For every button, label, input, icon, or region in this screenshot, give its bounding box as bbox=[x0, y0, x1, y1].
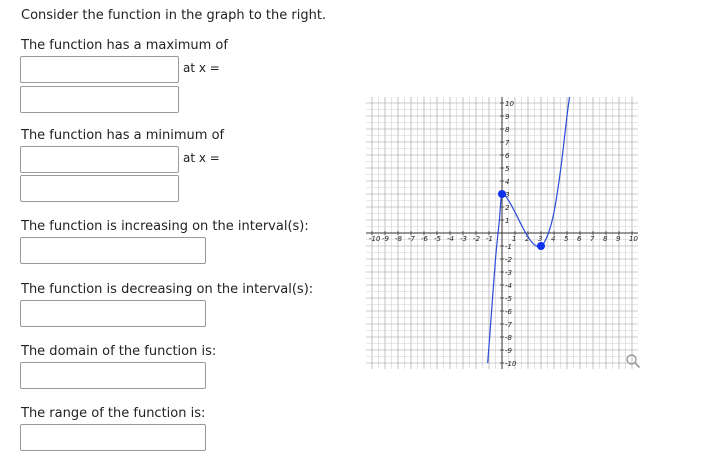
x-tick-label: -1 bbox=[486, 235, 493, 243]
maximum-x-input[interactable] bbox=[20, 86, 179, 113]
y-tick-label: 2 bbox=[505, 204, 510, 212]
y-tick-label: 4 bbox=[505, 178, 509, 186]
y-tick-label: -5 bbox=[505, 295, 513, 303]
y-tick-label: 9 bbox=[505, 113, 510, 121]
function-curve bbox=[487, 97, 571, 364]
x-tick-label: -5 bbox=[434, 235, 442, 243]
x-tick-label: -3 bbox=[460, 235, 467, 243]
minimum-x-input[interactable] bbox=[20, 175, 179, 202]
y-tick-label: -3 bbox=[505, 269, 512, 277]
x-tick-label: 10 bbox=[629, 235, 638, 243]
x-tick-label: -6 bbox=[421, 235, 429, 243]
range-input[interactable] bbox=[20, 424, 206, 451]
domain-input[interactable] bbox=[20, 362, 206, 389]
domain-label: The domain of the function is: bbox=[21, 344, 217, 359]
y-tick-label: 8 bbox=[505, 126, 510, 134]
y-tick-label: 5 bbox=[505, 165, 510, 173]
increasing-label: The function is increasing on the interv… bbox=[21, 219, 309, 234]
function-graph: -10 -9 -8 -7 -6 -5 -4 -3 -2 -1 1 2 3 4 5 6 7 8 9 1010987654… bbox=[366, 97, 638, 369]
maximum-value-input[interactable] bbox=[20, 56, 179, 83]
y-tick-label: 10 bbox=[505, 100, 514, 108]
y-tick-label: 7 bbox=[505, 139, 510, 147]
x-tick-label: -10 bbox=[369, 235, 381, 243]
x-tick-label: 6 bbox=[577, 235, 582, 243]
y-tick-label: -10 bbox=[505, 360, 517, 368]
x-tick-label: -2 bbox=[473, 235, 481, 243]
increasing-interval-input[interactable] bbox=[20, 237, 206, 264]
minimum-at-x-label: at x = bbox=[183, 151, 220, 165]
zoom-magnifier-icon[interactable] bbox=[625, 353, 641, 369]
x-tick-label: 1 bbox=[512, 235, 516, 243]
x-tick-label: -7 bbox=[408, 235, 416, 243]
y-tick-label: -6 bbox=[505, 308, 513, 316]
y-tick-label: -1 bbox=[505, 243, 512, 251]
x-tick-label: -9 bbox=[382, 235, 390, 243]
minimum-value-input[interactable] bbox=[20, 146, 179, 173]
x-tick-label: 5 bbox=[564, 235, 569, 243]
x-tick-label: -8 bbox=[395, 235, 403, 243]
x-tick-label: 7 bbox=[590, 235, 595, 243]
y-tick-label: 1 bbox=[505, 217, 509, 225]
x-tick-label: 4 bbox=[551, 235, 555, 243]
decreasing-label: The function is decreasing on the interv… bbox=[21, 282, 314, 297]
x-tick-label: -4 bbox=[447, 235, 454, 243]
decreasing-interval-input[interactable] bbox=[20, 300, 206, 327]
highlighted-point bbox=[498, 190, 506, 198]
x-tick-label: 8 bbox=[603, 235, 608, 243]
y-tick-label: -4 bbox=[505, 282, 512, 290]
graph-axes bbox=[366, 97, 638, 369]
intro-text: Consider the function in the graph to th… bbox=[21, 8, 327, 23]
y-tick-label: -7 bbox=[505, 321, 513, 329]
minimum-label: The function has a minimum of bbox=[21, 128, 225, 143]
y-tick-label: -9 bbox=[505, 347, 513, 355]
graph-tick-labels: -10 -9 -8 -7 -6 -5 -4 -3 -2 -1 1 2 3 4 5 6 7 8 9 1010987654… bbox=[369, 100, 638, 368]
highlighted-point bbox=[537, 242, 545, 250]
x-tick-label: 3 bbox=[538, 235, 542, 243]
maximum-at-x-label: at x = bbox=[183, 61, 220, 75]
range-label: The range of the function is: bbox=[21, 406, 206, 421]
y-tick-label: -8 bbox=[505, 334, 513, 342]
x-tick-label: 9 bbox=[616, 235, 621, 243]
maximum-label: The function has a maximum of bbox=[21, 38, 228, 53]
y-tick-label: 6 bbox=[505, 152, 510, 160]
y-tick-label: -2 bbox=[505, 256, 513, 264]
